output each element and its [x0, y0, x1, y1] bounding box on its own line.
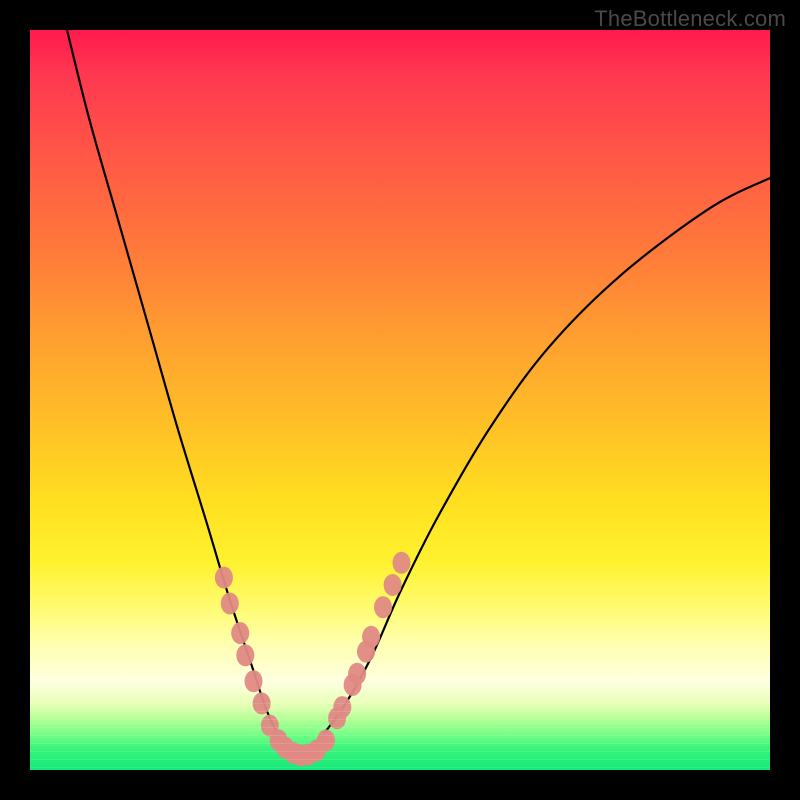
marker-dot [245, 670, 263, 692]
marker-dot [221, 593, 239, 615]
marker-dot [333, 696, 351, 718]
marker-dot [317, 729, 335, 751]
marker-dot [362, 626, 380, 648]
watermark-text: TheBottleneck.com [594, 6, 786, 32]
plot-area [30, 30, 770, 770]
marker-dot [393, 552, 411, 574]
marker-dot [253, 692, 271, 714]
marker-dot [374, 596, 392, 618]
curve-line [67, 30, 770, 756]
curve-svg [30, 30, 770, 770]
marker-dot [348, 663, 366, 685]
chart-frame: TheBottleneck.com [0, 0, 800, 800]
marker-dot [231, 622, 249, 644]
marker-dot [215, 567, 233, 589]
highlighted-points [215, 552, 411, 766]
bottleneck-curve [67, 30, 770, 756]
marker-dot [236, 644, 254, 666]
marker-dot [384, 574, 402, 596]
